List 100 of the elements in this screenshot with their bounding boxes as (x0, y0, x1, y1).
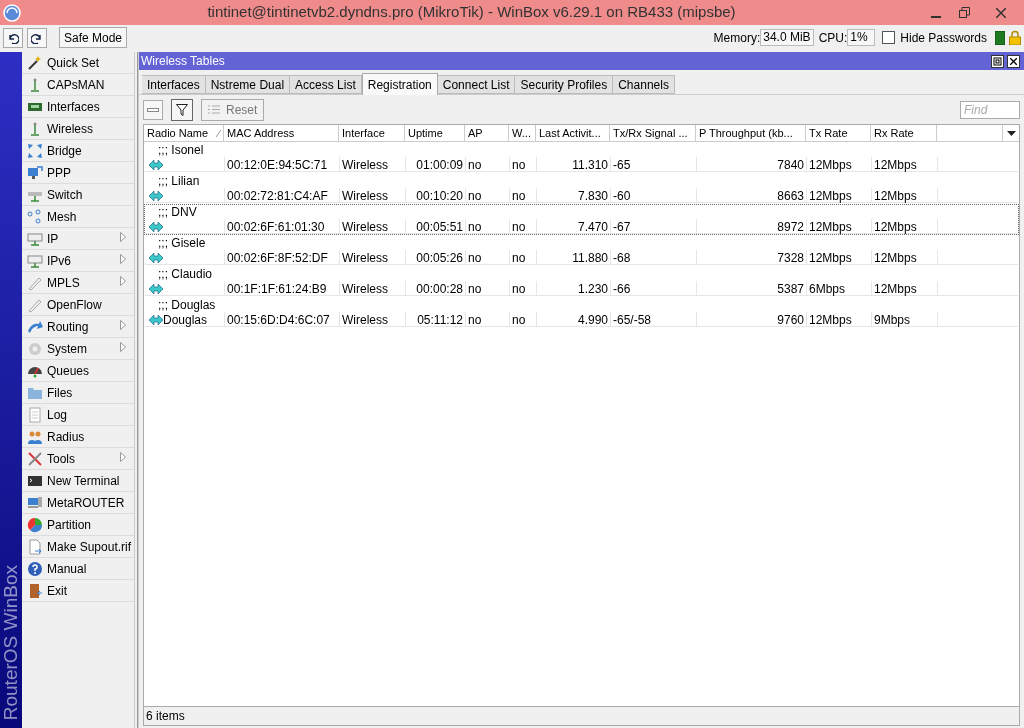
close-button[interactable] (1007, 54, 1020, 68)
double-arrow-icon (149, 283, 163, 294)
submenu-arrow-icon (120, 254, 126, 264)
column-header[interactable]: Tx Rate (806, 125, 871, 142)
tools-icon (27, 450, 43, 467)
redo-button[interactable] (27, 27, 47, 48)
sidebar-item[interactable]: New Terminal (22, 470, 134, 492)
tab[interactable]: Registration (361, 73, 438, 95)
table-cell-text: Wireless (342, 156, 388, 174)
memory-value: 34.0 MiB (760, 29, 814, 46)
dots-icon (27, 208, 43, 225)
checkbox[interactable] (882, 31, 896, 44)
table-row[interactable]: ;;; DNV 00:02:6F:61:01:30 Wireless 00:05:51 no no 7.470 -67 8972 12Mbps 12Mbps (144, 204, 1019, 235)
sidebar-item[interactable]: MPLS (22, 272, 134, 294)
column-header[interactable]: P Throughput (kb... (696, 125, 806, 142)
table-cell-text: 12Mbps (874, 218, 917, 236)
table-cell-text: 12Mbps (874, 187, 917, 205)
memory-label: Memory: (713, 29, 761, 47)
row-comment: ;;; Gisele (158, 235, 206, 252)
table-cell-text: 12Mbps (809, 156, 852, 174)
restore-icon (993, 56, 1002, 66)
table-cell-text: no (512, 218, 526, 236)
sidebar-item[interactable]: Make Supout.rif (22, 536, 134, 558)
sidebar-item[interactable]: Manual (22, 558, 134, 580)
column-header[interactable]: Interface (339, 125, 405, 142)
sidebar-item[interactable]: Switch (22, 184, 134, 206)
filter-button[interactable] (171, 98, 193, 121)
table-cell-text: 12Mbps (809, 249, 852, 267)
sidebar-item[interactable]: Files (22, 382, 134, 404)
search-field[interactable]: Find (960, 100, 1020, 119)
table-cell-text: 4.990 (577, 311, 608, 329)
table-cell-text: no (512, 156, 526, 174)
close-icon (1010, 57, 1017, 65)
table-cell-text: 8663 (777, 187, 804, 205)
sidebar-item[interactable]: Quick Set (22, 52, 134, 74)
column-header[interactable]: Uptime (405, 125, 465, 142)
table-cell-text: no (512, 280, 526, 298)
reset-button[interactable]: Reset (201, 98, 265, 121)
sidebar-item[interactable]: Routing (22, 316, 134, 338)
table-row[interactable]: ;;; Claudio 00:1F:1F:61:24:B9 Wireless 00:00:28 no no 1.230 -66 5387 6Mbps 12Mbps (144, 266, 1019, 297)
double-arrow-icon (149, 221, 163, 232)
column-header[interactable]: MAC Address (224, 125, 339, 142)
sidebar-item[interactable]: IPv6 (22, 250, 134, 272)
restore-icon (958, 7, 970, 18)
restore-button[interactable] (991, 54, 1004, 68)
table-cell-text: 9760 (777, 311, 804, 329)
table-cell-text: Douglas (163, 312, 208, 329)
dropdown-icon (1006, 130, 1016, 136)
table-cell-text: 12Mbps (874, 156, 917, 174)
sidebar-item[interactable]: Radius (22, 426, 134, 448)
column-header[interactable]: W... (509, 125, 536, 142)
minimize-icon (931, 15, 941, 18)
column-header[interactable]: Rx Rate (871, 125, 937, 142)
sidebar-item[interactable]: Wireless (22, 118, 134, 140)
table-row[interactable]: ;;; Douglas Douglas 00:15:6D:D4:6C:07 Wireless 05:11:12 no no 4.990 -65/-58 9760 12Mbps 9Mbps (144, 297, 1019, 328)
row-comment: ;;; Lilian (158, 173, 200, 190)
column-header[interactable]: AP (465, 125, 509, 142)
row-comment: ;;; Douglas (158, 297, 216, 314)
sidebar-item[interactable]: Bridge (22, 140, 134, 162)
sidebar-item[interactable]: Interfaces (22, 96, 134, 118)
column-header[interactable]: Radio Name (144, 125, 224, 142)
sidebar-item[interactable]: PPP (22, 162, 134, 184)
sidebar-item[interactable]: Mesh (22, 206, 134, 228)
filter-icon (176, 103, 188, 116)
safe-mode-button[interactable]: Safe Mode (59, 27, 127, 48)
sidebar-item[interactable]: Log (22, 404, 134, 426)
sidebar-item[interactable]: System (22, 338, 134, 360)
tab[interactable]: Access List (290, 75, 362, 94)
sidebar-item[interactable]: MetaROUTER (22, 492, 134, 514)
tab[interactable]: Security Profiles (515, 75, 614, 94)
table-row[interactable]: ;;; Lilian 00:02:72:81:C4:AF Wireless 00:10:20 no no 7.830 -60 8663 12Mbps 12Mbps (144, 173, 1019, 204)
table-cell-text: Wireless (342, 280, 388, 298)
tab[interactable]: Connect List (437, 75, 516, 94)
undo-button[interactable] (3, 27, 23, 48)
remove-button[interactable] (143, 99, 163, 120)
double-arrow-icon (149, 190, 163, 201)
table-cell-text: no (468, 156, 482, 174)
table-row[interactable]: ;;; Isonel 00:12:0E:94:5C:71 Wireless 01:00:09 no no 11.310 -65 7840 12Mbps 12Mbps (144, 142, 1019, 173)
sidebar-item[interactable]: OpenFlow (22, 294, 134, 316)
tab[interactable]: Channels (613, 75, 675, 94)
column-header[interactable]: Last Activit... (536, 125, 610, 142)
double-arrow-icon (149, 252, 163, 263)
sidebar-item[interactable]: CAPsMAN (22, 74, 134, 96)
table-cell-text: 12Mbps (809, 218, 852, 236)
cpu-label: CPU: (818, 29, 848, 47)
table-cell-text: 1.230 (577, 280, 608, 298)
sidebar-item[interactable]: Partition (22, 514, 134, 536)
table-cell-text: 12Mbps (874, 249, 917, 267)
sidebar-item[interactable]: Tools (22, 448, 134, 470)
table-cell-text: no (468, 187, 482, 205)
sidebar-item[interactable]: IP (22, 228, 134, 250)
column-header[interactable]: Tx/Rx Signal ... (610, 125, 696, 142)
tab[interactable]: Nstreme Dual (205, 75, 291, 94)
table-cell-text: no (468, 280, 482, 298)
sidebar-item[interactable]: Exit (22, 580, 134, 602)
submenu-arrow-icon (120, 320, 126, 330)
tab[interactable]: Interfaces (142, 75, 206, 94)
sidebar-item[interactable]: Queues (22, 360, 134, 382)
table-row[interactable]: ;;; Gisele 00:02:6F:8F:52:DF Wireless 00:05:26 no no 11.880 -68 7328 12Mbps 12Mbps (144, 235, 1019, 266)
table-cell-text: no (512, 249, 526, 267)
